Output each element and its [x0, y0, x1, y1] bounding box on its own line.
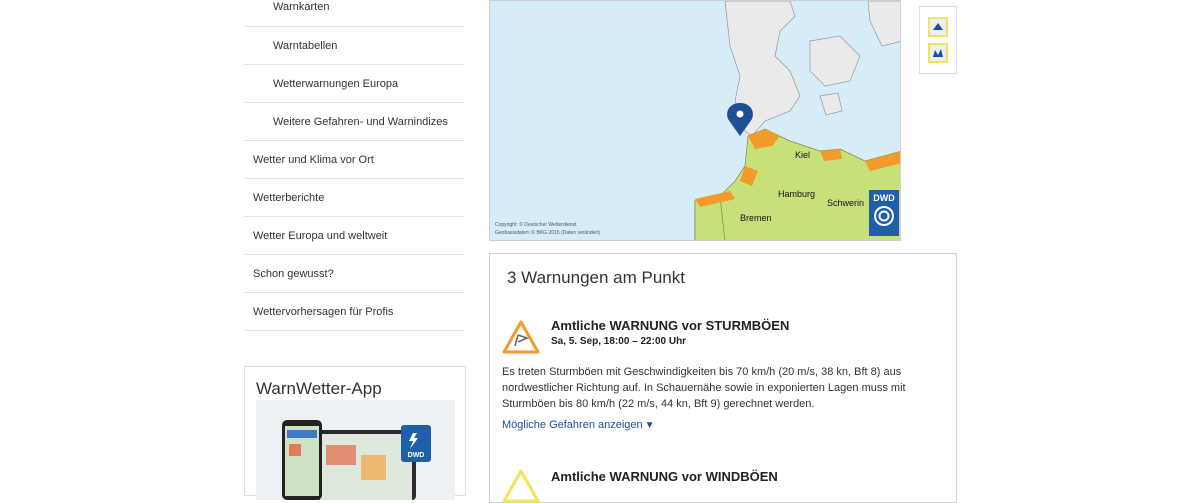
map-legend	[919, 6, 957, 74]
show-dangers-label: Mögliche Gefahren anzeigen	[502, 419, 643, 431]
nav-item-label: Wetter und Klima vor Ort	[253, 153, 374, 166]
sidebar-nav: Warnkarten Warntabellen Wetterwarnungen …	[244, 0, 464, 331]
map-city-label: Hamburg	[778, 189, 816, 199]
warnings-panel: 3 Warnungen am Punkt Amtliche WARNUNG vo…	[489, 253, 957, 503]
triangle-down-icon: ▼	[644, 420, 655, 431]
warning-time: Sa, 5. Sep, 18:00 – 22:00 Uhr	[551, 336, 687, 347]
map-copyright: Copyright: © Deutscher Wetterdienst	[495, 222, 577, 228]
app-badge-text: DWD	[408, 452, 425, 459]
storm-warning-icon[interactable]	[928, 17, 948, 37]
nav-item-warnkarten[interactable]: Warnkarten	[244, 0, 464, 27]
nav-item-wetter-europa[interactable]: Wetter Europa und weltweit	[244, 217, 464, 255]
nav-item-wetterwarnungen-europa[interactable]: Wetterwarnungen Europa	[244, 65, 464, 103]
nav-item-label: Wetterberichte	[253, 191, 325, 204]
wind-gust-warning-icon	[502, 469, 540, 503]
nav-item-label: Wettervorhersagen für Profis	[253, 305, 394, 318]
show-dangers-link[interactable]: Mögliche Gefahren anzeigen ▼	[502, 419, 655, 431]
map-city-label: Kiel	[795, 150, 811, 160]
nav-item-schon-gewusst[interactable]: Schon gewusst?	[244, 255, 464, 293]
dwd-swirl-icon	[874, 206, 894, 226]
warning-map[interactable]: Kiel Hamburg Schwerin Bremen Copyright: …	[489, 0, 901, 241]
nav-item-warntabellen[interactable]: Warntabellen	[244, 27, 464, 65]
nav-item-label: Warntabellen	[273, 39, 338, 52]
map-city-label: Schwerin	[827, 198, 865, 208]
map-geodata: Geobasisdaten: © BKG 2015 (Daten verände…	[495, 230, 601, 236]
map-city-label: Bremen	[740, 213, 772, 223]
app-box-title: WarnWetter-App	[256, 379, 382, 398]
wind-warning-icon[interactable]	[928, 43, 948, 63]
warning-heading: Amtliche WARNUNG vor STURMBÖEN	[551, 318, 790, 333]
warnings-title: 3 Warnungen am Punkt	[507, 268, 685, 287]
nav-item-label: Schon gewusst?	[253, 267, 334, 280]
nav-item-label: Wetterwarnungen Europa	[273, 77, 399, 90]
app-devices-illustration: DWD	[256, 400, 455, 500]
nav-item-label: Weitere Gefahren- und Warnindizes	[273, 115, 448, 128]
nav-item-weitere-gefahren[interactable]: Weitere Gefahren- und Warnindizes	[244, 103, 464, 141]
nav-item-label: Warnkarten	[273, 1, 330, 13]
nav-item-wetterberichte[interactable]: Wetterberichte	[244, 179, 464, 217]
nav-item-wettervorhersagen-profis[interactable]: Wettervorhersagen für Profis	[244, 293, 464, 331]
app-promo-image: DWD	[256, 400, 455, 500]
storm-gust-warning-icon	[502, 320, 540, 354]
warnwetter-app-box[interactable]: WarnWetter-App DWD	[244, 366, 466, 500]
nav-item-label: Wetter Europa und weltweit	[253, 229, 388, 242]
nav-item-wetter-klima-vor-ort[interactable]: Wetter und Klima vor Ort	[244, 141, 464, 179]
warning-heading: Amtliche WARNUNG vor WINDBÖEN	[551, 469, 778, 484]
dwd-logo: DWD	[869, 190, 899, 236]
dwd-logo-text: DWD	[873, 193, 895, 203]
warning-description: Es treten Sturmböen mit Geschwindigkeite…	[502, 366, 906, 410]
